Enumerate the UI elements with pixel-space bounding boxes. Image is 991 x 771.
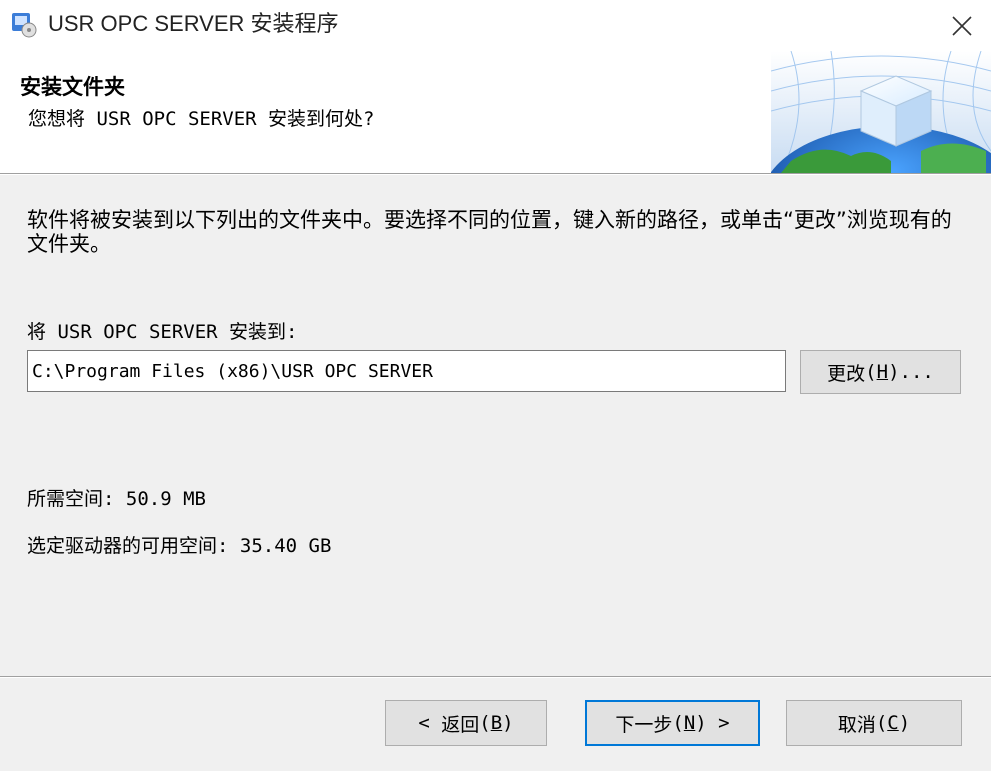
cancel-button[interactable]: 取消(C) [786,700,962,746]
description-text: 软件将被安装到以下列出的文件夹中。要选择不同的位置，键入新的路径，或单击“更改”… [27,208,952,256]
change-button-hotkey: H [876,361,889,383]
next-button-label: 下一步 [615,713,673,736]
page-title: 安装文件夹 [20,75,125,99]
change-button-label: 更改 [827,362,866,385]
install-path-input[interactable] [27,350,786,392]
header-panel: 安装文件夹 您想将 USR OPC SERVER 安装到何处? [0,51,991,173]
install-path-label: 将 USR OPC SERVER 安装到: [27,321,298,343]
back-button-arrow: < [418,712,442,734]
title-bar: USR OPC SERVER 安装程序 [0,0,991,51]
next-button-hotkey: N [683,712,696,734]
close-icon [952,15,972,36]
close-button[interactable] [933,0,991,51]
next-button[interactable]: 下一步(N) > [585,700,760,746]
installer-window: USR OPC SERVER 安装程序 安装文件夹 您想将 USR OPC SE… [0,0,991,771]
space-available: 选定驱动器的可用空间: 35.40 GB [27,535,332,557]
back-button-hotkey: B [490,712,503,734]
change-button[interactable]: 更改(H)... [800,350,961,394]
next-button-arrow: > [706,712,730,734]
back-button[interactable]: < 返回(B) [385,700,547,746]
window-title: USR OPC SERVER 安装程序 [48,11,339,36]
page-subtitle: 您想将 USR OPC SERVER 安装到何处? [28,108,375,130]
globe-cube-banner [771,51,991,173]
installer-app-icon [10,10,38,38]
back-button-label: 返回 [441,713,480,736]
change-button-ellipsis: ... [899,361,934,383]
space-required: 所需空间: 50.9 MB [27,488,206,510]
cancel-button-label: 取消 [837,713,876,736]
cancel-button-hotkey: C [887,712,899,734]
